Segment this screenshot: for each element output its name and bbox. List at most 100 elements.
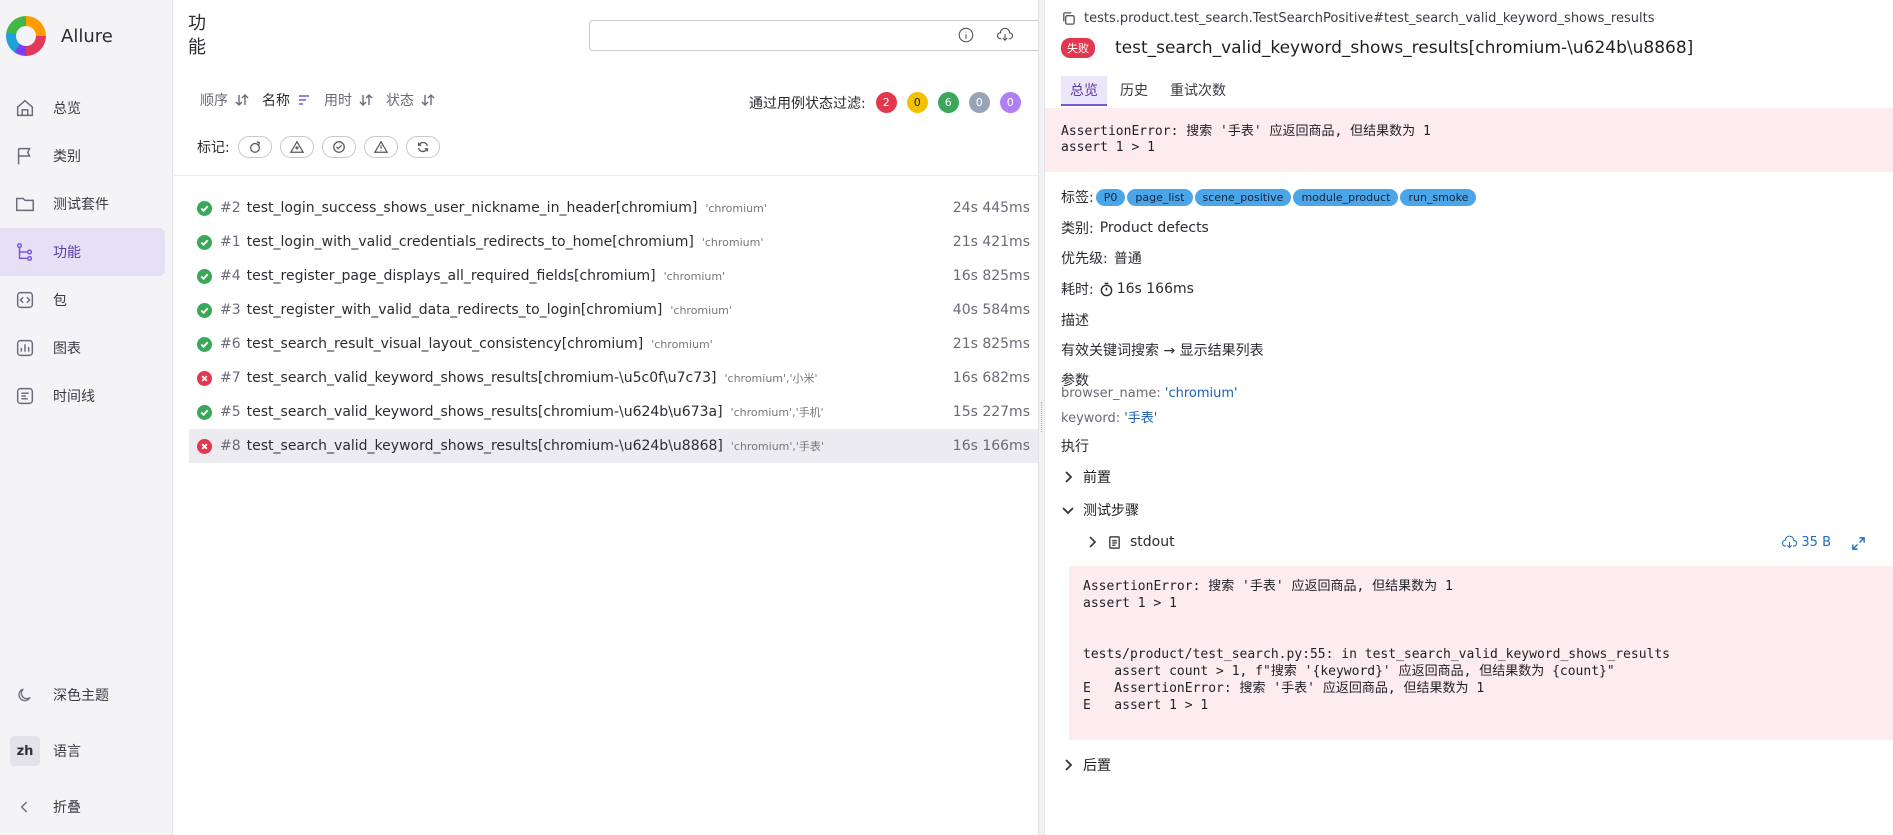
pane-resize-handle[interactable] xyxy=(1038,0,1045,835)
marks-label: 标记: xyxy=(197,140,230,156)
test-row[interactable]: #5 test_search_valid_keyword_shows_resul… xyxy=(189,395,1038,429)
expand-icon[interactable] xyxy=(1851,534,1869,552)
theme-toggle[interactable]: 深色主题 xyxy=(0,667,165,723)
test-row[interactable]: #1 test_login_with_valid_credentials_red… xyxy=(189,225,1038,259)
chevron-down-icon xyxy=(1062,507,1074,515)
test-row[interactable]: #3 test_register_with_valid_data_redirec… xyxy=(189,293,1038,327)
setup-section-toggle[interactable]: 前置 xyxy=(1061,467,1111,487)
status-filter-failed[interactable]: 2 xyxy=(875,92,897,113)
test-row-selected[interactable]: #8 test_search_valid_keyword_shows_resul… xyxy=(189,429,1038,463)
tab-overview[interactable]: 总览 xyxy=(1061,76,1107,106)
test-title-row: 失败 test_search_valid_keyword_shows_resul… xyxy=(1061,38,1693,58)
sidebar-item-graphs[interactable]: 图表 xyxy=(0,324,165,372)
test-params: 'chromium','手机' xyxy=(730,406,824,419)
status-filter-label: 通过用例状态过滤: xyxy=(749,95,866,112)
copy-icon[interactable] xyxy=(1061,11,1076,26)
allure-logo xyxy=(6,16,46,56)
download-attachment-button[interactable]: 35 B xyxy=(1781,534,1831,551)
test-full-path[interactable]: tests.product.test_search.TestSearchPosi… xyxy=(1061,11,1654,26)
sidebar-item-label: 时间线 xyxy=(53,389,95,405)
sidebar-item-behaviors[interactable]: 功能 xyxy=(0,228,165,276)
test-number: #1 xyxy=(220,234,241,250)
param-key: keyword: xyxy=(1061,411,1121,426)
chevron-left-icon xyxy=(14,796,36,818)
test-name: test_search_valid_keyword_shows_results[… xyxy=(246,438,723,454)
warning-icon xyxy=(373,140,388,153)
attachment-size: 35 B xyxy=(1801,535,1831,550)
language-selector[interactable]: zh 语言 xyxy=(0,723,165,779)
test-number: #3 xyxy=(220,302,241,318)
status-filter-skipped[interactable]: 0 xyxy=(968,92,990,113)
marks-filter: 标记: xyxy=(197,136,440,158)
warning-plus-icon xyxy=(289,140,304,153)
test-number: #2 xyxy=(220,200,241,216)
sidebar-item-timeline[interactable]: 时间线 xyxy=(0,372,165,420)
param-row: browser_name: 'chromium' xyxy=(1061,386,1238,401)
sidebar-item-overview[interactable]: 总览 xyxy=(0,84,165,132)
chevron-right-icon xyxy=(1089,536,1097,548)
steps-label: 测试步骤 xyxy=(1083,503,1139,519)
description-heading: 描述 xyxy=(1061,313,1089,329)
teardown-section-toggle[interactable]: 后置 xyxy=(1061,755,1111,775)
new-failed-icon xyxy=(249,141,260,153)
timeline-icon xyxy=(14,385,36,407)
teardown-label: 后置 xyxy=(1083,758,1111,774)
sort-by-order[interactable]: 顺序 xyxy=(200,90,250,110)
sidebar-item-categories[interactable]: 类别 xyxy=(0,132,165,180)
sidebar-item-suites[interactable]: 测试套件 xyxy=(0,180,165,228)
check-circle-icon xyxy=(332,141,345,153)
info-icon[interactable] xyxy=(955,24,977,46)
test-name: test_register_page_displays_all_required… xyxy=(246,268,656,284)
status-filter-passed[interactable]: 6 xyxy=(937,92,959,113)
test-path-text: tests.product.test_search.TestSearchPosi… xyxy=(1084,11,1655,26)
passed-status-icon xyxy=(197,234,212,250)
sort-label: 名称 xyxy=(262,93,290,109)
search-input[interactable] xyxy=(589,20,1115,51)
sidebar-item-label: 图表 xyxy=(53,341,81,357)
test-row[interactable]: #7 test_search_valid_keyword_shows_resul… xyxy=(189,361,1038,395)
test-row[interactable]: #6 test_search_result_visual_layout_cons… xyxy=(189,327,1038,361)
stdout-attachment[interactable]: stdout 35 B xyxy=(1085,534,1885,550)
test-row[interactable]: #2 test_login_success_shows_user_nicknam… xyxy=(189,191,1038,225)
status-filter-unknown[interactable]: 0 xyxy=(999,92,1021,113)
brand[interactable]: Allure xyxy=(6,16,113,56)
page-title: 功能 xyxy=(188,13,206,58)
theme-label: 深色主题 xyxy=(53,688,109,704)
test-name: test_login_success_shows_user_nickname_i… xyxy=(246,200,698,216)
tab-history[interactable]: 历史 xyxy=(1111,76,1157,106)
sort-icon xyxy=(358,92,374,108)
status-filter-broken[interactable]: 0 xyxy=(906,92,928,113)
test-duration: 24s 445ms xyxy=(952,200,1030,216)
duration-row: 耗时: 16s 166ms xyxy=(1061,279,1194,299)
test-duration: 21s 825ms xyxy=(952,336,1030,352)
steps-section-toggle[interactable]: 测试步骤 xyxy=(1061,500,1139,520)
sidebar-item-packages[interactable]: 包 xyxy=(0,276,165,324)
sort-bar: 顺序 名称 用时 状态 xyxy=(200,90,448,110)
download-cloud-icon[interactable] xyxy=(994,24,1016,46)
tab-retries[interactable]: 重试次数 xyxy=(1161,76,1235,106)
test-row[interactable]: #4 test_register_page_displays_all_requi… xyxy=(189,259,1038,293)
sort-by-status[interactable]: 状态 xyxy=(386,90,436,110)
mark-new-broken-button[interactable] xyxy=(279,136,314,158)
sort-label: 顺序 xyxy=(200,93,228,109)
mark-new-failed-button[interactable] xyxy=(237,136,272,158)
mark-flaky-button[interactable] xyxy=(363,136,398,158)
tag: P0 xyxy=(1095,188,1126,206)
test-name: test_search_valid_keyword_shows_results[… xyxy=(246,404,723,420)
collapse-label: 折叠 xyxy=(53,800,81,816)
status-filter: 通过用例状态过滤: 2 0 6 0 0 xyxy=(749,92,1031,113)
test-duration: 21s 421ms xyxy=(952,234,1030,250)
setup-label: 前置 xyxy=(1083,470,1111,486)
tags-label: 标签: xyxy=(1061,190,1094,206)
sort-by-name[interactable]: 名称 xyxy=(262,90,312,110)
sort-by-duration[interactable]: 用时 xyxy=(324,90,374,110)
test-params: 'chromium','手表' xyxy=(730,440,824,453)
mark-new-passed-button[interactable] xyxy=(321,136,356,158)
timer-icon xyxy=(1099,282,1114,297)
mark-retries-button[interactable] xyxy=(405,136,440,158)
detail-tabs: 总览 历史 重试次数 xyxy=(1061,76,1239,106)
collapse-button[interactable]: 折叠 xyxy=(0,779,165,835)
severity-value: 普通 xyxy=(1113,251,1142,267)
passed-status-icon xyxy=(197,302,212,318)
chevron-right-icon xyxy=(1065,759,1073,771)
